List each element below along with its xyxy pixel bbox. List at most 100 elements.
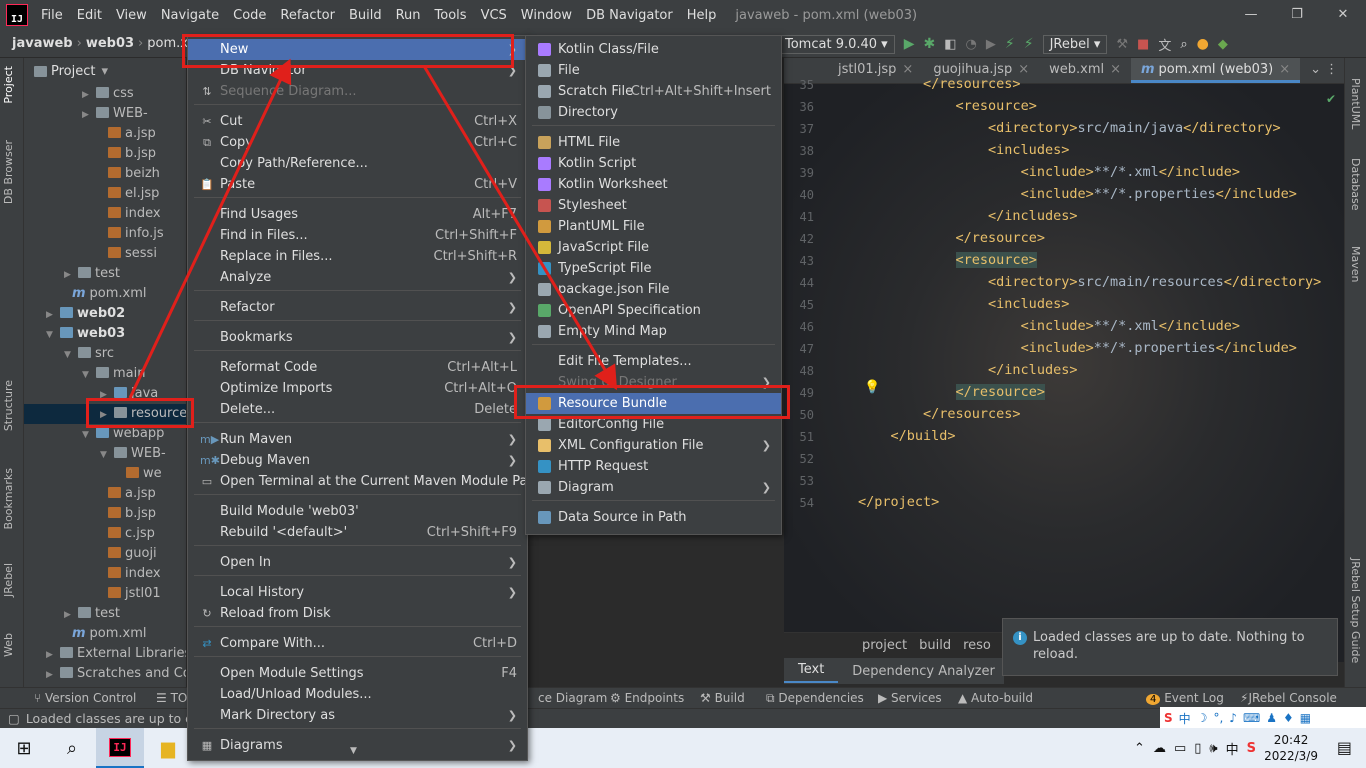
menu-item-analyze[interactable]: Analyze ❯ (188, 267, 527, 288)
menu-item-reload-from-disk[interactable]: ↻ Reload from Disk (188, 603, 527, 624)
tree-item[interactable]: index (108, 204, 161, 224)
menu-item-cut[interactable]: ✂ Cut Ctrl+X (188, 111, 527, 132)
search-icon[interactable]: ⌕ (1180, 37, 1187, 52)
menu-item-diagram[interactable]: Diagram ❯ (526, 477, 781, 498)
tab-text[interactable]: Text (784, 659, 839, 683)
expand-arrow-icon[interactable]: ▼ (100, 445, 114, 465)
menu-item-compare-with[interactable]: ⇄ Compare With... Ctrl+D (188, 633, 527, 654)
tab-dependency-analyzer[interactable]: Dependency Analyzer (838, 664, 1009, 679)
tree-item[interactable]: guoji (108, 544, 157, 564)
code-line[interactable]: <include>**/*.xml</include> (858, 164, 1240, 180)
code-line[interactable]: <resource> (858, 98, 1037, 114)
stop-icon[interactable]: ■ (1137, 37, 1149, 52)
code-line[interactable]: </project> (858, 494, 939, 510)
menu-item-find-in-files[interactable]: Find in Files... Ctrl+Shift+F (188, 225, 527, 246)
event-log-tab[interactable]: 4 Event Log (1146, 691, 1224, 705)
network-icon[interactable]: ▭ (1174, 741, 1186, 756)
crumb-build[interactable]: build (919, 638, 951, 653)
menu-item-data-source-in-path[interactable]: Data Source in Path (526, 507, 781, 528)
menu-run[interactable]: Run (389, 8, 428, 23)
battery-icon[interactable]: ▯ (1194, 741, 1201, 756)
expand-arrow-icon[interactable]: ▶ (46, 645, 60, 665)
menu-item-scratch-file[interactable]: Scratch File Ctrl+Alt+Shift+Insert (526, 81, 781, 102)
menu-item-db-navigator[interactable]: DB Navigator ❯ (188, 60, 527, 81)
close-icon[interactable]: × (1279, 62, 1290, 77)
menu-item-kotlin-worksheet[interactable]: Kotlin Worksheet (526, 174, 781, 195)
menu-vcs[interactable]: VCS (474, 8, 514, 23)
menu-view[interactable]: View (109, 8, 154, 23)
jrebel-setup-tool-tab[interactable]: JRebel Setup Guide (1349, 558, 1362, 663)
menu-window[interactable]: Window (514, 8, 579, 23)
menu-item-xml-configuration-file[interactable]: XML Configuration File ❯ (526, 435, 781, 456)
code-line[interactable]: </build> (858, 428, 956, 444)
menu-file[interactable]: File (34, 8, 70, 23)
chevron-up-icon[interactable]: ⌃ (1134, 741, 1145, 756)
menu-refactor[interactable]: Refactor (273, 8, 342, 23)
tree-item[interactable]: ▶ Scratches and Conso (46, 664, 186, 684)
tree-item[interactable]: beizh (108, 164, 160, 184)
menu-item-editorconfig-file[interactable]: EditorConfig File (526, 414, 781, 435)
tree-item[interactable]: sessi (108, 244, 157, 264)
volume-icon[interactable]: 🕪 (1209, 741, 1217, 756)
ime-toolbar[interactable]: S 中 ☽ °, ♪ ⌨ ♟ ♦ ▦ (1160, 707, 1366, 729)
code-line[interactable]: <includes> (858, 142, 1069, 158)
menu-item-html-file[interactable]: HTML File (526, 132, 781, 153)
menu-item-reformat-code[interactable]: Reformat Code Ctrl+Alt+L (188, 357, 527, 378)
menu-item-empty-mind-map[interactable]: Empty Mind Map (526, 321, 781, 342)
menu-item-typescript-file[interactable]: TypeScript File (526, 258, 781, 279)
notification-balloon[interactable]: i Loaded classes are up to date. Nothing… (1002, 618, 1338, 676)
menu-item-run-maven[interactable]: m▶ Run Maven ❯ (188, 429, 527, 450)
update-icon[interactable]: ● (1197, 36, 1209, 52)
code-line[interactable]: <include>**/*.properties</include> (858, 340, 1297, 356)
menu-item-copy-path-reference[interactable]: Copy Path/Reference... (188, 153, 527, 174)
close-button[interactable]: ✕ (1320, 0, 1366, 30)
tree-item[interactable]: a.jsp (108, 124, 156, 144)
crumb-resources[interactable]: reso (963, 638, 991, 653)
menu-item-open-module-settings[interactable]: Open Module Settings F4 (188, 663, 527, 684)
menu-item-open-in[interactable]: Open In ❯ (188, 552, 527, 573)
jrebel-console-tab[interactable]: ⚡JRebel Console (1240, 691, 1337, 705)
minimize-button[interactable]: — (1228, 0, 1274, 30)
code-line[interactable]: <include>**/*.properties</include> (858, 186, 1297, 202)
code-line[interactable]: </resources> (858, 406, 1021, 422)
menu-item-http-request[interactable]: HTTP Request (526, 456, 781, 477)
breadcrumb-project[interactable]: javaweb (8, 36, 77, 51)
db-browser-tool-tab[interactable]: DB Browser (2, 140, 15, 204)
expand-arrow-icon[interactable]: ▼ (82, 425, 96, 445)
tree-item[interactable]: we (126, 464, 162, 484)
expand-arrow-icon[interactable]: ▶ (64, 265, 78, 285)
jrebel-debug-icon[interactable]: ⚡ (1024, 36, 1034, 52)
code-line[interactable]: <resource> (858, 252, 1037, 268)
menu-item-copy[interactable]: ⧉ Copy Ctrl+C (188, 132, 527, 153)
jrebel-select[interactable]: JRebel ▾ (1042, 34, 1108, 54)
tree-item[interactable]: index (108, 564, 161, 584)
menu-item-replace-in-files[interactable]: Replace in Files... Ctrl+Shift+R (188, 246, 527, 267)
version-control-tab[interactable]: ⑂ Version Control (34, 691, 136, 705)
tree-item[interactable]: b.jsp (108, 504, 156, 524)
debug-icon[interactable]: ✱ (924, 36, 936, 52)
menu-item-file[interactable]: File (526, 60, 781, 81)
code-area[interactable]: 35 </resources> 36 <resource> 37 <director… (784, 76, 1344, 636)
structure-tool-tab[interactable]: Structure (2, 380, 15, 431)
expand-arrow-icon[interactable]: ▼ (46, 325, 60, 345)
code-line[interactable]: </resource> (858, 384, 1045, 400)
plugin-icon[interactable]: ◆ (1218, 37, 1228, 52)
maximize-button[interactable]: ❐ (1274, 0, 1320, 30)
tree-item[interactable]: a.jsp (108, 484, 156, 504)
tree-item[interactable]: ▼ src (64, 344, 114, 364)
menu-item-local-history[interactable]: Local History ❯ (188, 582, 527, 603)
breadcrumb-file[interactable]: pom.x (143, 36, 192, 51)
tree-item[interactable]: ▶ web02 (46, 304, 125, 324)
menu-item-edit-file-templates[interactable]: Edit File Templates... (526, 351, 781, 372)
menu-help[interactable]: Help (680, 8, 724, 23)
todo-tab[interactable]: ☰ TO (156, 691, 187, 705)
bookmarks-tool-tab[interactable]: Bookmarks (2, 468, 15, 529)
file-explorer-icon[interactable]: ▆ (144, 728, 192, 768)
jrebel-run-icon[interactable]: ⚡ (1005, 36, 1015, 52)
cloud-icon[interactable]: ☁ (1153, 741, 1166, 756)
ime-tray-label[interactable]: 中 (1226, 739, 1239, 758)
tree-item[interactable]: ▶ WEB- (82, 104, 148, 124)
tree-item[interactable]: ▼ web03 (46, 324, 125, 344)
project-panel-title[interactable]: Project (51, 64, 95, 79)
breadcrumb-module[interactable]: web03 (82, 36, 138, 51)
